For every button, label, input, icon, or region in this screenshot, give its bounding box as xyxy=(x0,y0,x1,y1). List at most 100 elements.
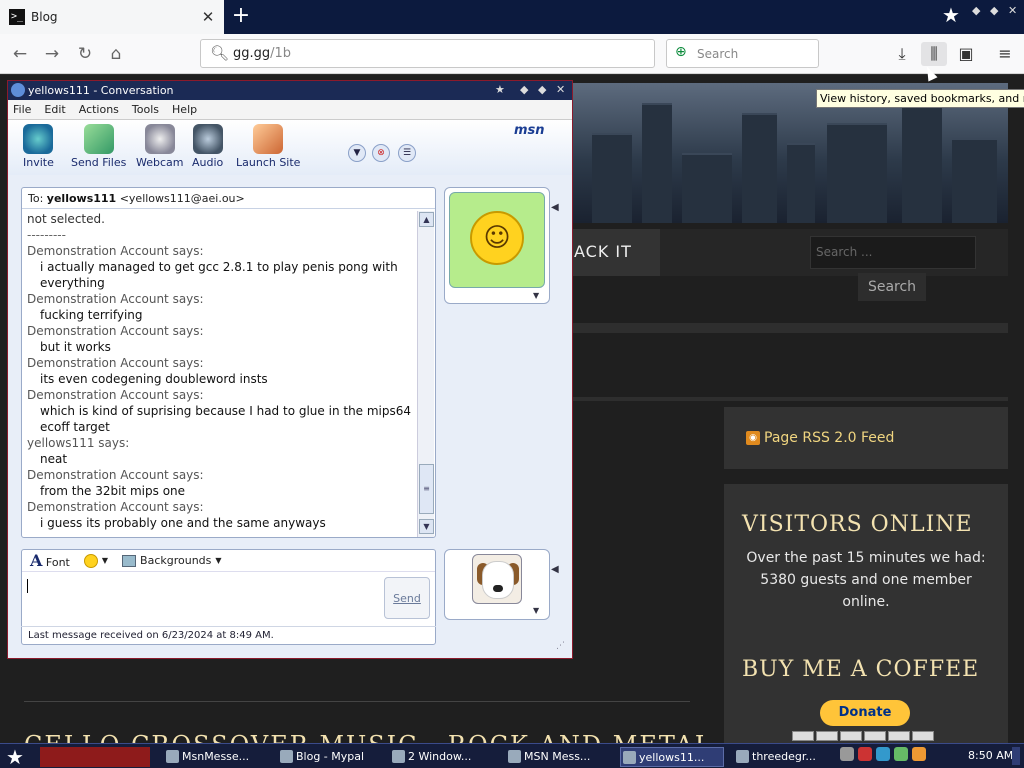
send-button[interactable]: Send xyxy=(384,577,430,619)
post-title[interactable]: CELLO CROSSOVER MUSIC - ROCK AND METAL xyxy=(24,731,713,743)
tray-icon[interactable] xyxy=(894,747,908,761)
navigation-toolbar: ← → ↻ ⌂ 🔍︎ gg.gg/1b ⊕ Search ⤓ ⫼ ▣ ≡ xyxy=(0,34,1024,74)
home-icon[interactable]: ⌂ xyxy=(104,42,128,66)
menu-actions[interactable]: Actions xyxy=(79,103,119,116)
font-icon: A xyxy=(30,551,43,570)
contact-display-picture[interactable]: ☺ ▼ xyxy=(444,187,550,304)
contact-name: yellows111 xyxy=(46,192,117,205)
menu-tools[interactable]: Tools xyxy=(132,103,159,116)
taskbar-item[interactable]: Blog - Mypal xyxy=(278,747,384,767)
message-sender: Demonstration Account says: xyxy=(27,292,204,306)
chevron-down-icon[interactable]: ▼ xyxy=(348,144,366,162)
options-icon[interactable]: ☰ xyxy=(398,144,416,162)
forward-icon[interactable]: → xyxy=(40,42,64,66)
back-icon[interactable]: ← xyxy=(8,42,32,66)
maximize-icon[interactable]: ◆ xyxy=(538,83,546,96)
scroll-down-icon[interactable]: ▼ xyxy=(419,519,434,534)
chevron-down-icon[interactable]: ▼ xyxy=(533,606,539,615)
message-text: i guess its probably one and the same an… xyxy=(40,516,326,530)
clock[interactable]: 8:50 AM xyxy=(968,749,1013,762)
search-icon: 🔍︎ xyxy=(210,44,230,62)
dog-avatar xyxy=(472,554,522,604)
scrollbar[interactable]: ▲ ≡ ▼ xyxy=(417,211,434,537)
scroll-thumb[interactable]: ≡ xyxy=(419,464,434,514)
backgrounds-button[interactable]: Backgrounds ▼ xyxy=(122,554,222,567)
rss-link[interactable]: Page RSS 2.0 Feed xyxy=(764,430,894,446)
message-text: which is kind of suprising because I had… xyxy=(40,404,412,434)
visitors-title: VISITORS ONLINE xyxy=(742,512,973,537)
maximize-icon[interactable]: ◆ xyxy=(990,4,998,17)
menu-file[interactable]: File xyxy=(13,103,31,116)
window-title: yellows111 - Conversation xyxy=(28,84,174,97)
close-tab-icon[interactable]: ✕ xyxy=(198,8,218,26)
send-files-button[interactable]: Send Files xyxy=(71,124,126,169)
webcam-button[interactable]: Webcam xyxy=(136,124,184,169)
menu-help[interactable]: Help xyxy=(172,103,197,116)
divider xyxy=(572,323,1008,333)
keyboard-icon[interactable] xyxy=(840,747,854,761)
message-text: --------- xyxy=(27,228,66,242)
launch-site-icon xyxy=(253,124,284,154)
site-search-button[interactable]: Search xyxy=(858,273,926,301)
emoticon-button[interactable]: ▼ xyxy=(83,553,109,568)
invite-icon xyxy=(23,124,54,154)
library-icon[interactable]: ⫼ xyxy=(921,42,947,66)
network-icon[interactable] xyxy=(876,747,890,761)
collapse-icon[interactable]: ◀ xyxy=(551,202,559,213)
conversation-history: To: yellows111 <yellows111@aei.ou> not s… xyxy=(21,187,436,538)
taskbar-item[interactable]: MsnMesse... xyxy=(164,747,274,767)
minimize-icon[interactable]: ◆ xyxy=(520,83,528,96)
reload-icon[interactable]: ↻ xyxy=(73,42,97,66)
send-files-icon xyxy=(83,124,114,154)
block-icon[interactable]: ⊗ xyxy=(372,144,390,162)
divider xyxy=(24,701,690,702)
chevron-down-icon[interactable]: ▼ xyxy=(533,291,539,300)
taskbar-item[interactable]: MSN Mess... xyxy=(506,747,612,767)
chevron-down-icon: ▼ xyxy=(101,556,109,565)
downloads-icon[interactable]: ⤓ xyxy=(889,42,915,66)
resize-grip-icon[interactable]: ⋰ xyxy=(556,641,565,651)
taskbar-search[interactable] xyxy=(40,747,150,767)
tab-title: Blog xyxy=(31,10,58,24)
new-tab-button[interactable]: + xyxy=(228,3,254,29)
close-icon[interactable]: ✕ xyxy=(556,83,565,96)
tray-icon[interactable] xyxy=(858,747,872,761)
smiley-icon xyxy=(83,553,98,568)
audio-button[interactable]: Audio xyxy=(192,124,223,169)
minimize-icon[interactable]: ◆ xyxy=(972,4,980,17)
visitors-text: Over the past 15 minutes we had: 5380 gu… xyxy=(746,550,986,610)
coffee-title: BUY ME A COFFEE xyxy=(742,657,980,682)
search-icon[interactable] xyxy=(912,747,926,761)
collapse-icon[interactable]: ◀ xyxy=(551,564,559,575)
message-sender: yellows111 says: xyxy=(27,436,130,450)
invite-button[interactable]: Invite xyxy=(23,124,54,169)
menu-edit[interactable]: Edit xyxy=(44,103,65,116)
text-input[interactable] xyxy=(27,579,28,593)
url-bar[interactable]: 🔍︎ gg.gg/1b xyxy=(200,39,655,68)
menu-item[interactable]: ACK IT xyxy=(572,229,660,276)
search-bar[interactable]: ⊕ Search xyxy=(666,39,819,68)
my-display-picture[interactable]: ▼ xyxy=(444,549,550,620)
divider xyxy=(572,397,1008,401)
scroll-up-icon[interactable]: ▲ xyxy=(419,212,434,227)
taskbar-item[interactable]: 2 Window... xyxy=(390,747,496,767)
show-desktop-button[interactable] xyxy=(1012,747,1020,765)
window-titlebar[interactable]: yellows111 - Conversation ★ ◆ ◆ ✕ xyxy=(8,81,572,100)
donate-button[interactable]: Donate xyxy=(820,700,910,726)
search-engine-icon: ⊕ xyxy=(675,44,687,60)
taskbar-item[interactable]: threedegr... xyxy=(734,747,834,767)
launch-site-button[interactable]: Launch Site xyxy=(236,124,300,169)
sidebar-icon[interactable]: ▣ xyxy=(953,42,979,66)
site-search-input[interactable]: Search ... xyxy=(810,236,976,269)
tab-blog[interactable]: >_ Blog ✕ xyxy=(0,0,224,34)
message-sender: Demonstration Account says: xyxy=(27,356,204,370)
close-window-icon[interactable]: ✕ xyxy=(1008,4,1017,17)
taskbar-item[interactable]: yellows11... xyxy=(620,747,724,767)
star-icon: ★ xyxy=(942,3,960,27)
msn-conversation-window: yellows111 - Conversation ★ ◆ ◆ ✕ File E… xyxy=(7,80,573,659)
format-toolbar: A Font ▼ Backgrounds ▼ xyxy=(22,550,435,572)
start-icon[interactable]: ★ xyxy=(6,745,24,768)
tab-strip: >_ Blog ✕ + ★ ◆ ◆ ✕ xyxy=(0,0,1024,34)
menu-icon[interactable]: ≡ xyxy=(992,42,1018,66)
font-button[interactable]: A Font xyxy=(30,551,70,570)
